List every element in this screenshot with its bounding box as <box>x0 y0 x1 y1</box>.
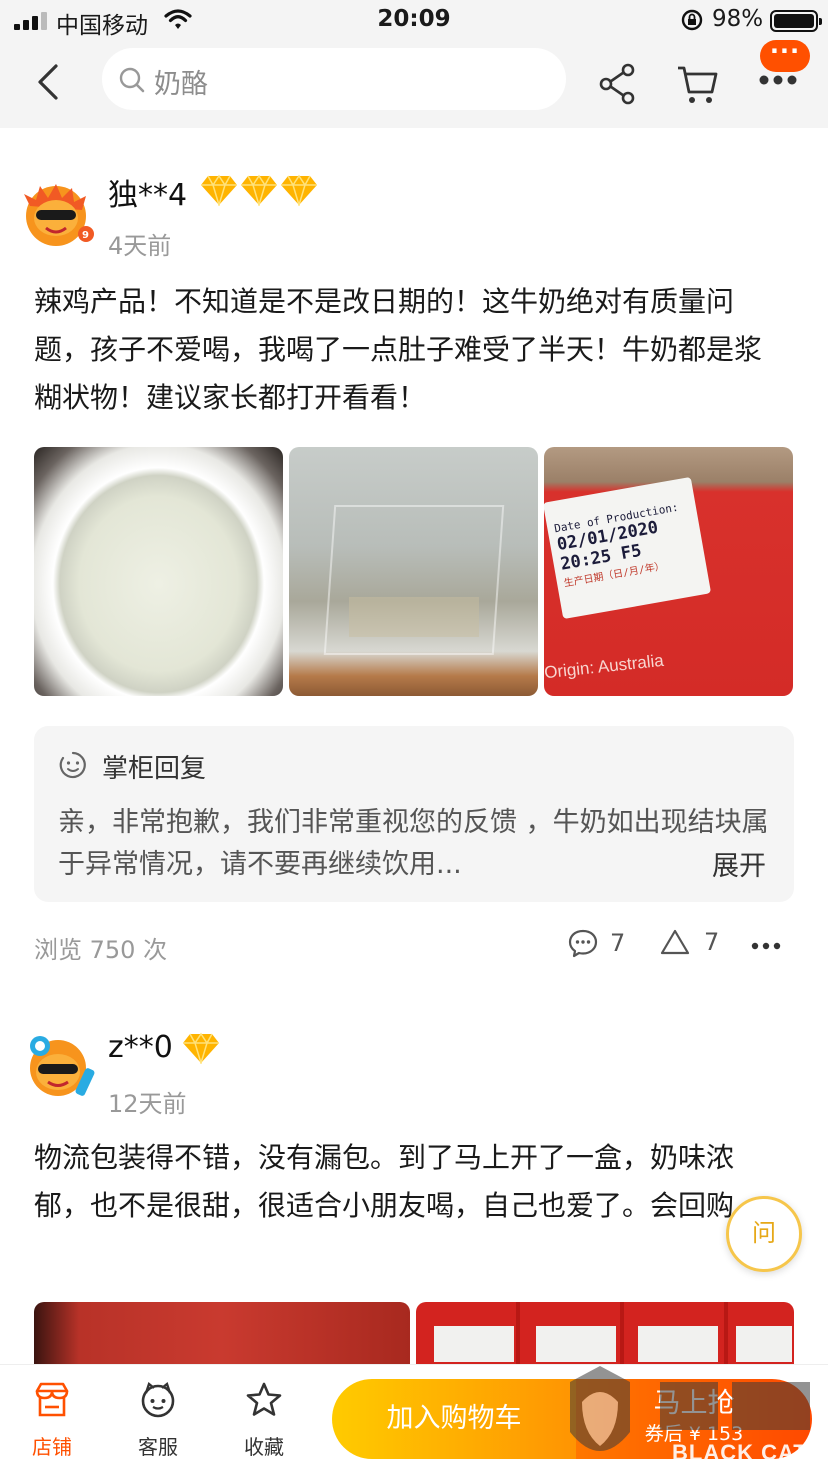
tab-label: 店铺 <box>32 1435 72 1459</box>
rotation-lock-icon <box>681 9 703 31</box>
comment-icon <box>568 929 598 958</box>
cart-icon[interactable] <box>676 62 720 106</box>
customer-service-icon <box>141 1381 175 1418</box>
store-icon <box>35 1382 69 1417</box>
diamond-icon <box>183 1032 219 1064</box>
ask-question-button[interactable]: 问 <box>726 1196 802 1272</box>
seller-reply: 掌柜回复 亲，非常抱歉，我们非常重视您的反馈 ，牛奶如出现结块属于异常情况，请不… <box>34 726 794 902</box>
thumbs-up-icon <box>660 929 690 955</box>
watermark-text: BLACK CAT <box>672 1440 808 1465</box>
tab-store[interactable]: 店铺 <box>12 1381 92 1460</box>
review-photos: Date of Production: 02/01/2020 20:25 F5 … <box>34 447 793 696</box>
like-count: 7 <box>704 928 720 956</box>
search-bar[interactable]: 奶酪 <box>102 48 566 110</box>
tab-label: 收藏 <box>244 1435 284 1459</box>
star-icon <box>246 1382 282 1416</box>
smiley-icon <box>59 751 86 779</box>
status-bar: 中国移动 20:09 98% <box>0 0 828 40</box>
review-text: 辣鸡产品！不知道是不是改日期的！这牛奶绝对有质量问题，孩子不爱喝，我喝了一点肚子… <box>34 285 763 414</box>
review-photo[interactable] <box>289 447 538 696</box>
username: z**0 <box>108 1030 173 1065</box>
review-date: 12天前 <box>108 1090 187 1118</box>
reply-text: 亲，非常抱歉，我们非常重视您的反馈 ，牛奶如出现结块属于异常情况，请不要再继续饮… <box>58 807 769 880</box>
tab-customer-service[interactable]: 客服 <box>118 1381 198 1460</box>
battery-percentage: 98% <box>712 6 764 32</box>
photo-label-line: Origin: Australia <box>544 650 665 683</box>
tab-favorite[interactable]: 收藏 <box>224 1381 304 1460</box>
like-button[interactable]: 7 <box>660 928 719 956</box>
tab-label: 客服 <box>138 1435 178 1459</box>
user-avatar[interactable] <box>20 1028 96 1104</box>
search-icon <box>119 67 145 93</box>
member-level-badges <box>200 174 318 206</box>
diamond-icon <box>201 174 237 206</box>
back-arrow-icon[interactable] <box>30 60 70 104</box>
message-badge[interactable]: ··· <box>760 39 810 72</box>
add-to-cart-button[interactable]: 加入购物车 <box>332 1379 576 1459</box>
review-photo[interactable] <box>34 1302 410 1364</box>
review-photos <box>34 1302 794 1364</box>
review-date: 4天前 <box>108 232 172 260</box>
review-photo[interactable] <box>416 1302 794 1364</box>
svg-text:9: 9 <box>82 230 89 241</box>
review-text: 物流包装得不错，没有漏包。到了马上开了一盒，奶味浓郁，也不是很甜，很适合小朋友喝… <box>34 1141 763 1222</box>
top-navigation: 奶酪 ··· <box>0 39 828 128</box>
user-avatar[interactable]: 9 <box>20 176 96 252</box>
review-photo[interactable]: Date of Production: 02/01/2020 20:25 F5 … <box>544 447 793 696</box>
view-count: 浏览 750 次 <box>34 936 168 964</box>
comment-count: 7 <box>610 929 626 957</box>
search-input[interactable]: 奶酪 <box>154 62 208 101</box>
expand-link[interactable]: 展开 <box>712 844 766 883</box>
buy-now-label: 马上抢 <box>653 1388 735 1419</box>
share-icon[interactable] <box>598 62 638 106</box>
battery-icon <box>770 10 822 32</box>
diamond-icon <box>281 174 317 206</box>
more-options-icon[interactable] <box>750 934 782 958</box>
diamond-icon <box>241 174 277 206</box>
username: 独**4 <box>108 178 188 213</box>
review-item: z**0 12天前 物流包装得不错，没有漏包。到了马上开了一盒，奶味浓郁，也不是… <box>0 1008 828 1364</box>
comment-button[interactable]: 7 <box>568 928 625 958</box>
review-photo[interactable] <box>34 447 283 696</box>
member-level-badges <box>182 1032 220 1064</box>
more-icon[interactable] <box>758 74 798 86</box>
review-stats: 浏览 750 次 7 7 <box>34 928 794 964</box>
reply-title: 掌柜回复 <box>102 754 207 784</box>
